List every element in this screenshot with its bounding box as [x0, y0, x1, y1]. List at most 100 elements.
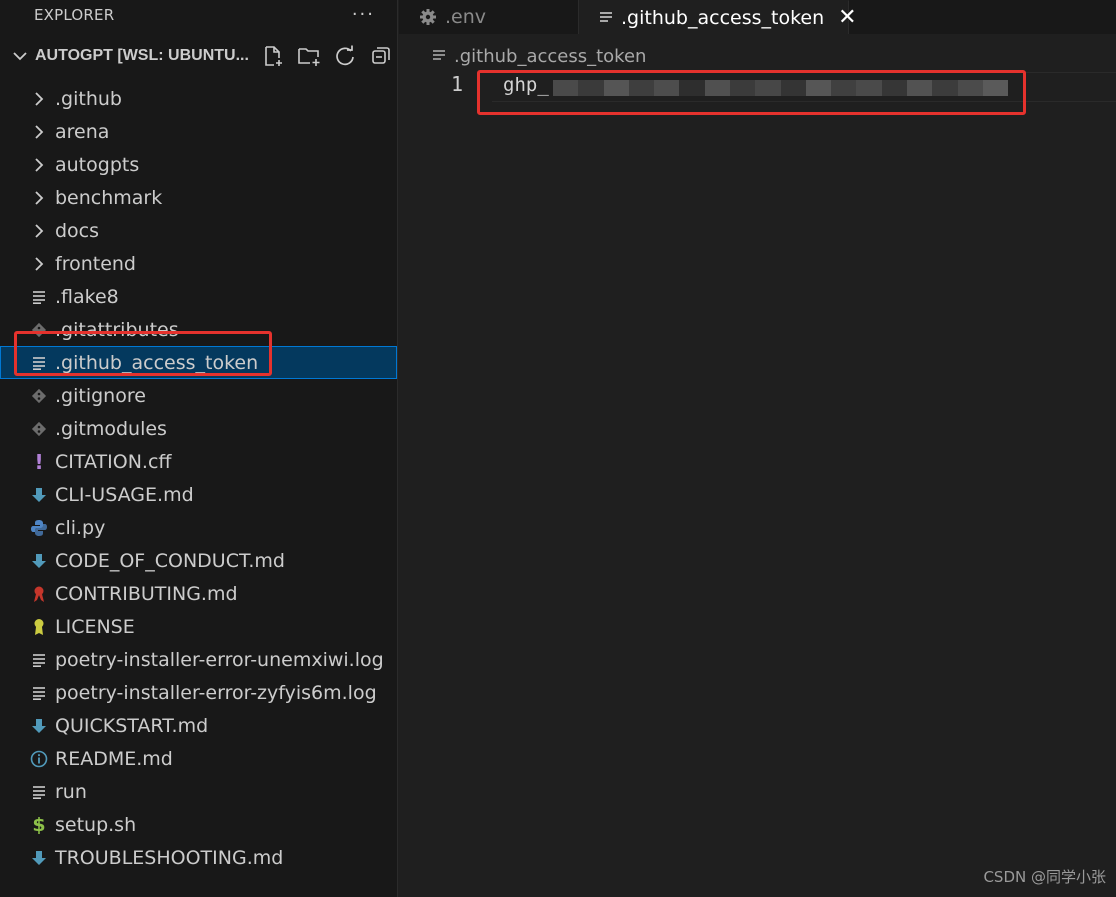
new-folder-icon[interactable]	[297, 44, 321, 68]
file-item[interactable]: TROUBLESHOOTING.md	[0, 841, 397, 874]
file-item[interactable]: run	[0, 775, 397, 808]
folder-item[interactable]: .github	[0, 82, 397, 115]
item-label: CONTRIBUTING.md	[55, 582, 238, 605]
folder-item[interactable]: arena	[0, 115, 397, 148]
collapse-all-icon[interactable]	[369, 44, 393, 68]
section-actions	[261, 44, 393, 68]
exclamation-icon: !	[34, 449, 44, 474]
markdown-arrow-icon	[28, 550, 50, 572]
file-item[interactable]: .flake8	[0, 280, 397, 313]
tab-label: .github_access_token	[621, 6, 825, 29]
folder-item[interactable]: autogpts	[0, 148, 397, 181]
item-label: docs	[55, 219, 100, 242]
chevron-right-icon	[28, 154, 50, 176]
lines-icon	[28, 649, 50, 671]
item-label: .flake8	[55, 285, 119, 308]
item-label: arena	[55, 120, 110, 143]
dollar-icon: $	[32, 813, 46, 836]
file-item[interactable]: poetry-installer-error-zyfyis6m.log	[0, 676, 397, 709]
explorer-header: EXPLORER ···	[0, 0, 397, 30]
ribbon-icon	[28, 583, 50, 605]
file-item[interactable]: .github_access_token	[0, 346, 397, 379]
item-label: poetry-installer-error-zyfyis6m.log	[55, 681, 377, 704]
gear-icon	[419, 8, 437, 26]
folder-item[interactable]: docs	[0, 214, 397, 247]
chevron-down-icon[interactable]	[10, 46, 30, 66]
item-label: TROUBLESHOOTING.md	[55, 846, 284, 869]
file-item[interactable]: QUICKSTART.md	[0, 709, 397, 742]
lines-icon	[28, 352, 50, 374]
file-item[interactable]: CODE_OF_CONDUCT.md	[0, 544, 397, 577]
item-label: run	[55, 780, 87, 803]
file-item[interactable]: poetry-installer-error-unemxiwi.log	[0, 643, 397, 676]
chevron-right-icon	[28, 88, 50, 110]
git-icon	[28, 319, 50, 341]
item-label: LICENSE	[55, 615, 135, 638]
line-number: 1	[451, 72, 464, 96]
lines-icon	[28, 286, 50, 308]
file-item[interactable]: README.md	[0, 742, 397, 775]
item-label: .gitmodules	[55, 417, 167, 440]
file-item[interactable]: CLI-USAGE.md	[0, 478, 397, 511]
refresh-icon[interactable]	[333, 44, 357, 68]
item-label: .gitignore	[55, 384, 146, 407]
redacted-token	[553, 80, 1009, 96]
token-text[interactable]: ghp_	[503, 74, 549, 96]
lines-icon	[599, 11, 613, 25]
file-item[interactable]: CONTRIBUTING.md	[0, 577, 397, 610]
new-file-icon[interactable]	[261, 44, 285, 68]
markdown-arrow-icon	[28, 715, 50, 737]
workspace-title: AUTOGPT [WSL: UBUNTU...	[35, 47, 249, 64]
close-icon[interactable]: ✕	[838, 6, 856, 29]
chevron-right-icon	[28, 121, 50, 143]
item-label: .github	[55, 87, 122, 110]
git-icon	[28, 418, 50, 440]
tab-github-access-token[interactable]: .github_access_token ✕	[579, 0, 857, 34]
lines-icon	[28, 682, 50, 704]
file-item[interactable]: $ setup.sh	[0, 808, 397, 841]
more-actions-icon[interactable]: ···	[352, 6, 375, 24]
license-icon	[28, 616, 50, 638]
tab-env[interactable]: .env	[399, 0, 579, 34]
item-label: autogpts	[55, 153, 140, 176]
editor-tab-bar: .env .github_access_token ✕	[399, 0, 1116, 34]
tab-label: .env	[445, 6, 487, 28]
item-label: CITATION.cff	[55, 450, 172, 473]
watermark: CSDN @同学小张	[983, 868, 1106, 886]
explorer-sidebar: EXPLORER ··· AUTOGPT [WSL: UBUNTU... .gi…	[0, 0, 398, 897]
python-icon	[28, 517, 50, 539]
workspace-section-header[interactable]: AUTOGPT [WSL: UBUNTU...	[0, 30, 397, 82]
folder-item[interactable]: frontend	[0, 247, 397, 280]
file-item[interactable]: .gitattributes	[0, 313, 397, 346]
item-label: CLI-USAGE.md	[55, 483, 194, 506]
git-icon	[28, 385, 50, 407]
item-label: .gitattributes	[55, 318, 179, 341]
breadcrumb-file: .github_access_token	[454, 45, 647, 67]
markdown-arrow-icon	[28, 847, 50, 869]
file-item[interactable]: cli.py	[0, 511, 397, 544]
lines-icon	[432, 49, 446, 63]
file-item[interactable]: .gitignore	[0, 379, 397, 412]
explorer-title: EXPLORER	[34, 6, 115, 24]
info-icon	[28, 748, 50, 770]
folder-item[interactable]: benchmark	[0, 181, 397, 214]
chevron-right-icon	[28, 220, 50, 242]
breadcrumb[interactable]: .github_access_token	[432, 44, 646, 68]
item-label: frontend	[55, 252, 136, 275]
item-label: QUICKSTART.md	[55, 714, 209, 737]
item-label: poetry-installer-error-unemxiwi.log	[55, 648, 384, 671]
item-label: .github_access_token	[55, 351, 259, 374]
file-item[interactable]: .gitmodules	[0, 412, 397, 445]
item-label: CODE_OF_CONDUCT.md	[55, 549, 285, 572]
file-item[interactable]: ! CITATION.cff	[0, 445, 397, 478]
item-label: README.md	[55, 747, 173, 770]
file-tree: .github arena autogpts benchmark docs fronten…	[0, 82, 397, 874]
lines-icon	[28, 781, 50, 803]
item-label: cli.py	[55, 516, 106, 539]
file-item[interactable]: LICENSE	[0, 610, 397, 643]
markdown-arrow-icon	[28, 484, 50, 506]
chevron-right-icon	[28, 253, 50, 275]
chevron-right-icon	[28, 187, 50, 209]
item-label: benchmark	[55, 186, 163, 209]
item-label: setup.sh	[55, 813, 137, 836]
